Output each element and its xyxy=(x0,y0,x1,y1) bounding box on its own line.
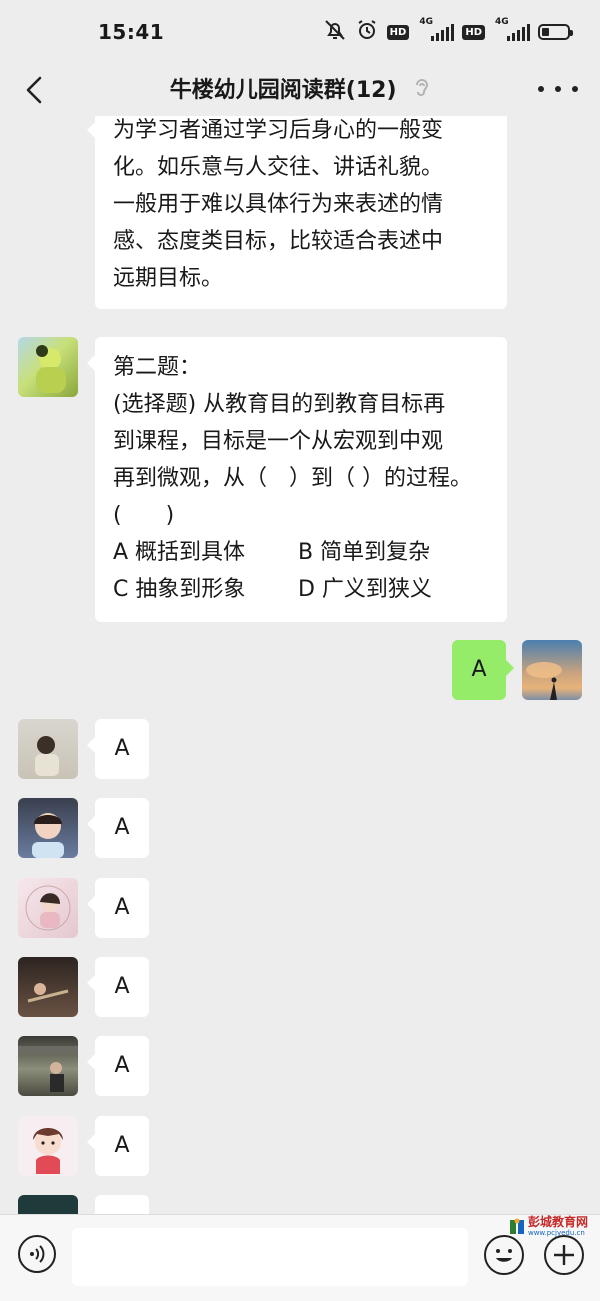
mute-bell-icon xyxy=(323,18,347,46)
chat-header: 牛楼幼儿园阅读群(12) xyxy=(0,64,600,116)
message-line: 化。如乐意与人交往、讲话礼貌。 xyxy=(113,155,444,180)
voice-button[interactable] xyxy=(18,1235,56,1273)
message-bubble[interactable]: A xyxy=(87,1036,149,1096)
ear-icon xyxy=(414,77,430,105)
message-bubble[interactable] xyxy=(87,1195,149,1214)
message-bubble[interactable]: A xyxy=(87,957,149,1017)
battery-level xyxy=(542,28,549,36)
emoji-button[interactable] xyxy=(484,1235,524,1275)
avatar[interactable] xyxy=(18,719,78,779)
message-bubble[interactable]: A xyxy=(87,719,149,779)
group-name: 牛楼幼儿园阅读群(12) xyxy=(169,78,397,103)
more-button[interactable] xyxy=(538,74,578,104)
message-line: 为学习者通过学习后身心的一般变 xyxy=(113,118,444,143)
avatar[interactable] xyxy=(18,878,78,938)
status-bar: 15:41 HD 4G HD 4G xyxy=(0,0,600,64)
message-bubble[interactable]: A xyxy=(87,1116,149,1176)
message-text: A xyxy=(114,895,130,920)
message-bubble[interactable]: A xyxy=(87,878,149,938)
status-icons: HD 4G HD 4G xyxy=(323,17,573,46)
network-type: 4G xyxy=(495,17,509,27)
plus-icon xyxy=(554,1245,574,1265)
message-list[interactable]: 为学习者通过学习后身心的一般变 化。如乐意与人交往、讲话礼貌。 一般用于难以具体… xyxy=(0,116,600,1214)
alarm-icon xyxy=(355,18,379,46)
option-a: A 概括到具体 xyxy=(113,540,246,565)
message-text: A xyxy=(471,657,487,682)
watermark: 彭城教育网 www.pcjyedu.cn xyxy=(509,1216,588,1237)
message-line: 到课程，目标是一个从宏观到中观 xyxy=(113,429,444,454)
hd-badge: HD xyxy=(462,24,485,40)
avatar[interactable] xyxy=(18,957,78,1017)
message-text: A xyxy=(114,974,130,999)
watermark-name: 彭城教育网 xyxy=(527,1215,588,1229)
message-line: (选择题) 从教育目的到教育目标再 xyxy=(113,392,446,417)
option-row: C 抽象到形象 D 广义到狭义 xyxy=(113,571,507,608)
message-input[interactable] xyxy=(72,1228,468,1286)
emoji-icon xyxy=(496,1249,512,1262)
message-text: A xyxy=(114,736,130,761)
message-line: ( ) xyxy=(113,503,175,528)
network-type: 4G xyxy=(419,17,433,27)
avatar[interactable] xyxy=(18,1116,78,1176)
message-text: A xyxy=(114,815,130,840)
avatar[interactable] xyxy=(18,798,78,858)
signal-icon: 4G xyxy=(493,17,530,41)
battery-icon xyxy=(538,24,573,40)
message-line: 第二题： xyxy=(113,355,202,380)
message-line: 感、态度类目标，比较适合表述中 xyxy=(113,229,444,254)
avatar[interactable] xyxy=(18,1036,78,1096)
message-bubble[interactable]: A xyxy=(87,798,149,858)
message-line: 一般用于难以具体行为来表述的情 xyxy=(113,192,444,217)
option-row: A 概括到具体 B 简单到复杂 xyxy=(113,534,507,571)
message-text: A xyxy=(114,1053,130,1078)
message-line: 远期目标。 xyxy=(113,266,224,291)
voice-icon xyxy=(30,1245,45,1263)
status-time: 15:41 xyxy=(98,20,165,44)
message-bubble[interactable]: 第二题： (选择题) 从教育目的到教育目标再 到课程，目标是一个从宏观到中观 再… xyxy=(87,337,507,622)
hd-badge: HD xyxy=(386,24,410,40)
watermark-url: www.pcjyedu.cn xyxy=(527,1229,585,1237)
message-line: 再到微观，从（ ）到（ ）的过程。 xyxy=(113,466,472,491)
option-d: D 广义到狭义 xyxy=(298,577,432,602)
plus-button[interactable] xyxy=(544,1235,584,1275)
signal-icon: 4G xyxy=(417,17,455,41)
message-bubble[interactable]: 为学习者通过学习后身心的一般变 化。如乐意与人交往、讲话礼貌。 一般用于难以具体… xyxy=(87,116,507,309)
message-text: A xyxy=(114,1133,130,1158)
chat-title: 牛楼幼儿园阅读群(12) xyxy=(0,72,600,105)
avatar[interactable] xyxy=(18,1195,78,1214)
message-bubble-self[interactable]: A xyxy=(452,640,514,700)
option-c: C 抽象到形象 xyxy=(113,577,246,602)
avatar[interactable] xyxy=(18,337,78,397)
option-b: B 简单到复杂 xyxy=(298,540,431,565)
self-avatar[interactable] xyxy=(522,640,582,700)
watermark-logo-icon xyxy=(509,1218,524,1234)
